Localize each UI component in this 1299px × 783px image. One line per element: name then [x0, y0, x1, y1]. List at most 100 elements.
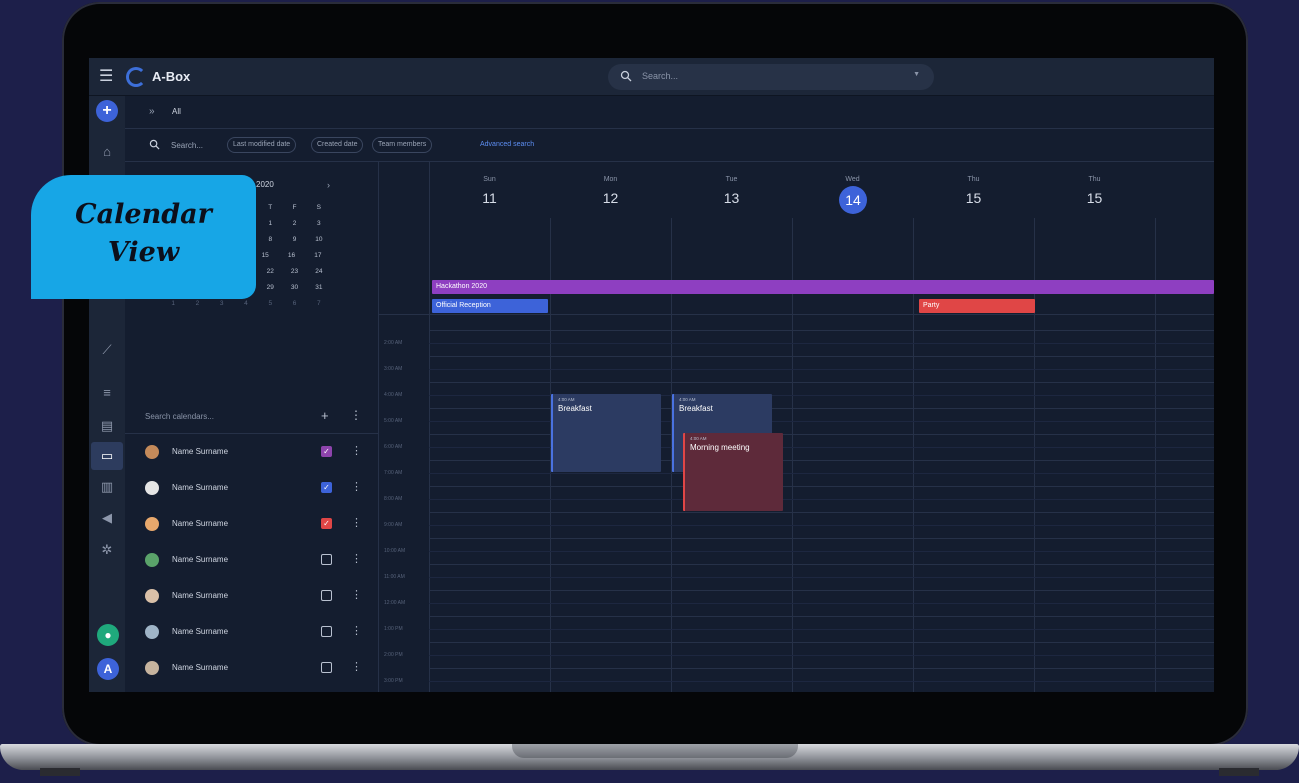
breadcrumb-label[interactable]: All — [172, 107, 181, 116]
add-calendar-button[interactable]: + — [321, 408, 329, 423]
board-icon[interactable]: ▤ — [97, 416, 117, 436]
mini-calendar-day[interactable]: 22 — [258, 264, 282, 280]
day-header[interactable]: Wed 14 — [792, 162, 913, 218]
more-icon[interactable]: ⋮ — [351, 480, 362, 493]
half-hour-line — [429, 655, 1214, 656]
half-hour-line — [429, 629, 1214, 630]
top-bar: ☰ A-Box Search... ▼ — [89, 58, 1214, 96]
event-time: 4:00 AM — [690, 436, 707, 441]
time-gutter-line — [429, 162, 430, 692]
chip-team-members[interactable]: Team members — [372, 137, 433, 153]
more-icon[interactable]: ⋮ — [351, 624, 362, 637]
search-input[interactable]: Search... ▼ — [608, 64, 934, 90]
mini-calendar-day[interactable]: 9 — [282, 232, 306, 248]
megaphone-icon[interactable]: ◀ — [97, 508, 117, 528]
calendar-checkbox[interactable]: ✓ — [321, 446, 332, 457]
search-icon[interactable] — [149, 139, 160, 150]
half-hour-line — [429, 551, 1214, 552]
mini-calendar-day[interactable]: 31 — [307, 280, 331, 296]
calendar-checkbox[interactable]: ✓ — [321, 482, 332, 493]
mini-calendar-day[interactable]: 10 — [307, 232, 331, 248]
list-icon[interactable]: ≡ — [97, 383, 117, 403]
search-icon — [620, 70, 632, 82]
calendar-checkbox[interactable] — [321, 590, 332, 601]
calendar-list-item[interactable]: Name Surname ⋮ — [125, 650, 379, 686]
more-icon[interactable]: ⋮ — [351, 660, 362, 673]
mini-calendar-day[interactable]: 5 — [258, 296, 282, 312]
add-user-icon[interactable]: ● — [97, 624, 119, 646]
calendar-checkbox[interactable] — [321, 554, 332, 565]
add-button[interactable]: + — [96, 100, 118, 122]
mini-calendar-day[interactable]: 7 — [307, 296, 331, 312]
day-name: Mon — [603, 176, 618, 183]
mini-calendar-day[interactable]: 2 — [282, 216, 306, 232]
gear-icon[interactable]: ✲ — [97, 540, 117, 560]
more-icon[interactable]: ⋮ — [350, 408, 362, 422]
calendar-search-input[interactable]: Search calendars... — [145, 412, 214, 421]
filter-search-input[interactable]: Search... — [171, 141, 203, 150]
laptop-foot — [1219, 768, 1259, 776]
expand-icon[interactable]: » — [149, 106, 155, 117]
mini-calendar-day[interactable]: T — [258, 200, 282, 216]
chip-created[interactable]: Created date — [311, 137, 364, 153]
day-header[interactable]: Thu 15 — [913, 162, 1034, 218]
calendar-icon[interactable]: ▭ — [91, 442, 123, 470]
chevron-right-icon[interactable]: › — [327, 180, 330, 190]
avatar[interactable]: A — [97, 658, 119, 680]
calendar-list-item[interactable]: Name Surname⋮ — [125, 578, 379, 614]
mini-calendar-day[interactable]: S — [307, 200, 331, 216]
mini-calendar-day[interactable]: F — [282, 200, 306, 216]
calendar-list-item[interactable]: Name Surname ⋮ — [125, 542, 379, 578]
mini-calendar-day[interactable]: 17 — [305, 248, 331, 264]
time-label: 2:00 PM — [384, 652, 403, 658]
caret-down-icon[interactable]: ▼ — [913, 71, 920, 78]
calendar-list-item[interactable]: Name Surname ✓ ⋮ — [125, 434, 379, 470]
day-header[interactable]: Mon 12 — [550, 162, 671, 218]
day-date: 15 — [965, 190, 982, 206]
mini-calendar-day[interactable]: 16 — [278, 248, 304, 264]
mini-calendar-day[interactable]: 23 — [282, 264, 306, 280]
week-view: Sun 11 Mon 12 Tue 13 Wed 14 Thu 15 Thu 15 2:00 AM 3:0… — [379, 162, 1214, 692]
logo-icon — [126, 67, 146, 87]
time-label: 6:00 AM — [384, 444, 403, 450]
mini-calendar-day[interactable]: 24 — [307, 264, 331, 280]
calendar-event[interactable]: 4:00 AM Morning meeting — [683, 433, 783, 511]
avatar — [145, 625, 159, 639]
more-icon[interactable]: ⋮ — [351, 588, 362, 601]
calendar-list-item[interactable]: Name Surname⋮ — [125, 614, 379, 650]
mini-calendar-day[interactable]: 8 — [258, 232, 282, 248]
chip-last-modified[interactable]: Last modified date — [227, 137, 297, 153]
day-header[interactable]: Sun 11 — [429, 162, 550, 218]
allday-event[interactable]: Official Reception — [432, 299, 548, 313]
more-icon[interactable]: ⋮ — [351, 444, 362, 457]
home-icon[interactable]: ⌂ — [97, 142, 117, 162]
more-icon[interactable]: ⋮ — [351, 516, 362, 529]
menu-icon[interactable]: ☰ — [99, 68, 117, 86]
advanced-search-link[interactable]: Advanced search — [480, 141, 534, 148]
event-title: Breakfast — [679, 404, 713, 413]
calendar-checkbox[interactable] — [321, 662, 332, 673]
mini-calendar-day[interactable]: 1 — [258, 216, 282, 232]
day-name: Tue — [725, 176, 738, 183]
half-hour-line — [429, 447, 1214, 448]
calendar-owner-name: Name Surname — [172, 663, 229, 672]
mini-calendar-day[interactable]: 3 — [307, 216, 331, 232]
chart-icon[interactable]: ⟋ — [97, 340, 117, 360]
allday-event[interactable]: Hackathon 2020 — [432, 280, 1214, 294]
mini-calendar-day[interactable]: 6 — [282, 296, 306, 312]
calendar-checkbox[interactable] — [321, 626, 332, 637]
calendar-checkbox[interactable]: ✓ — [321, 518, 332, 529]
day-header[interactable]: Thu 15 — [1034, 162, 1155, 218]
calendar-list-item[interactable]: Name Surname ✓ ⋮ — [125, 470, 379, 506]
calendar-event[interactable]: 4:00 AM Breakfast — [551, 394, 661, 472]
kanban-icon[interactable]: ▥ — [97, 477, 117, 497]
calendar-owner-name: Name Surname — [172, 555, 229, 564]
calendar-list-item[interactable]: Name Surname⋮ — [125, 686, 379, 692]
day-header[interactable]: Tue 13 — [671, 162, 792, 218]
more-icon[interactable]: ⋮ — [351, 552, 362, 565]
half-hour-line — [429, 343, 1214, 344]
allday-event[interactable]: Party — [919, 299, 1035, 313]
calendar-list-item[interactable]: Name Surname ✓ ⋮ — [125, 506, 379, 542]
mini-calendar-day[interactable]: 30 — [282, 280, 306, 296]
mini-calendar-day[interactable]: 29 — [258, 280, 282, 296]
